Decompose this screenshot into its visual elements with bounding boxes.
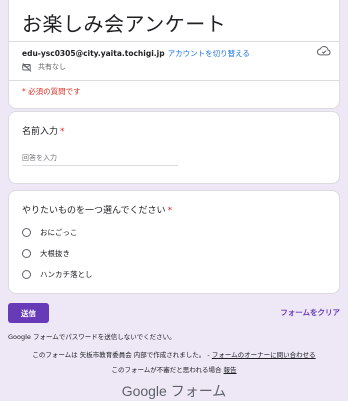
cloud-saved-icon [317, 46, 331, 56]
radio-option-label: 大根抜き [40, 249, 70, 258]
report-link[interactable]: 報告 [224, 366, 237, 374]
question-title-text: 名前入力 [22, 127, 59, 137]
sharing-status-label: 共有なし [38, 63, 66, 71]
account-row: edu-ysc0305@city.yaita.tochigi.jp アカウントを… [22, 48, 250, 59]
radio-button[interactable] [22, 249, 31, 258]
radio-button[interactable] [22, 228, 31, 237]
form-title: お楽しみ会アンケート [22, 12, 227, 36]
submit-button[interactable]: 送信 [8, 303, 49, 323]
abuse-note: このフォームが不審だと思われる場合 報告 [0, 364, 348, 374]
header-divider-2 [9, 80, 339, 81]
switch-account-link[interactable]: アカウントを切り替える [168, 48, 250, 59]
created-by-note: このフォームは 矢板市教育委員会 内部で作成されました。 - フォームのオーナー… [0, 349, 348, 359]
radio-button[interactable] [22, 270, 31, 279]
contact-owner-link[interactable]: フォームのオーナーに問い合わせる [212, 351, 316, 359]
question-title: 名前入力 * [22, 124, 65, 137]
question-card-choice: やりたいものを一つ選んでください * おにごっこ 大根抜き ハンカチ落とし [8, 190, 340, 294]
not-shared-icon [22, 62, 32, 72]
abuse-text: このフォームが不審だと思われる場合 [111, 366, 222, 374]
name-answer-input[interactable] [22, 151, 178, 166]
header-divider [9, 41, 339, 42]
google-forms-logo: Google フォーム [121, 383, 227, 399]
radio-option[interactable]: おにごっこ [22, 227, 77, 238]
radio-option[interactable]: ハンカチ落とし [22, 269, 93, 280]
question-card-name: 名前入力 * [8, 111, 340, 184]
question-title: やりたいものを一つ選んでください * [22, 203, 172, 216]
account-email: edu-ysc0305@city.yaita.tochigi.jp [22, 49, 165, 58]
required-note: * 必須の質問です [22, 87, 81, 96]
required-asterisk: * [167, 206, 173, 216]
radio-option[interactable]: 大根抜き [22, 248, 70, 259]
clear-form-button[interactable]: フォームをクリア [280, 307, 340, 318]
sharing-status-row: 共有なし [22, 62, 66, 72]
password-warning: Google フォームでパスワードを送信しないでください。 [8, 333, 176, 341]
question-title-text: やりたいものを一つ選んでください [22, 206, 166, 216]
radio-option-label: ハンカチ落とし [40, 270, 93, 279]
required-asterisk: * [60, 127, 65, 137]
radio-option-label: おにごっこ [40, 228, 78, 237]
form-header-card: お楽しみ会アンケート edu-ysc0305@city.yaita.tochig… [8, 0, 340, 109]
created-by-text: このフォームは 矢板市教育委員会 内部で作成されました。 - [32, 351, 210, 359]
